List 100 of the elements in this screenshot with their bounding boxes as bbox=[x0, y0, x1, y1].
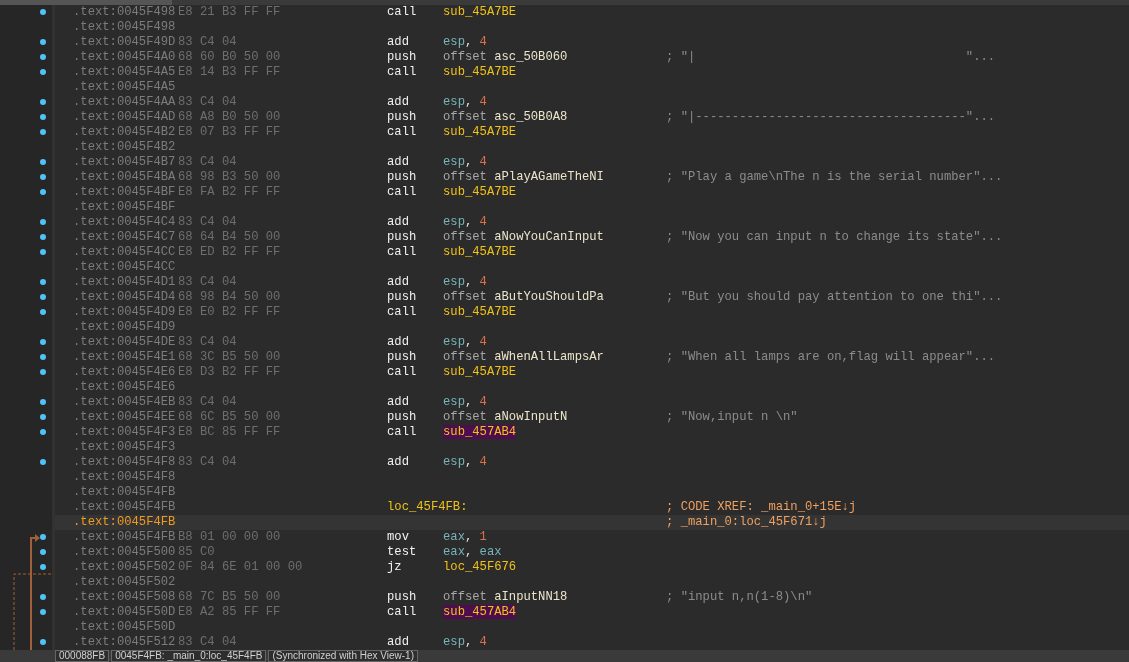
operand-text[interactable]: esp, 4 bbox=[443, 155, 666, 170]
operand-text[interactable]: offset aInputNN18 bbox=[443, 590, 666, 605]
operand-text[interactable]: offset asc_50B0A8 bbox=[443, 110, 666, 125]
opcode-bytes: E8 21 B3 FF FF bbox=[178, 5, 282, 20]
mnemonic-text: push bbox=[387, 590, 418, 605]
listing-line[interactable]: .text:0045F4BF E8 FA B2 FF FF call sub_45A7BE bbox=[55, 185, 1129, 200]
opcode-bytes: 83 C4 04 bbox=[178, 275, 238, 290]
operand-text[interactable]: sub_45A7BE bbox=[443, 305, 666, 320]
operand-text[interactable]: esp, 4 bbox=[443, 215, 666, 230]
comment-text: ; "Play a game\nThe n is the serial number"... bbox=[666, 170, 1004, 185]
listing-line[interactable]: .text:0045F4FB B8 01 00 00 00 mov eax, 1 bbox=[55, 530, 1129, 545]
listing-line[interactable]: .text:0045F4DE 83 C4 04 add esp, 4 bbox=[55, 335, 1129, 350]
operand-text[interactable]: loc_45F676 bbox=[443, 560, 666, 575]
operand-text[interactable]: sub_45A7BE bbox=[443, 65, 666, 80]
operand-text[interactable]: esp, 4 bbox=[443, 335, 666, 350]
address-text: .text:0045F4E6 bbox=[73, 380, 177, 395]
opcode-bytes: 83 C4 04 bbox=[178, 155, 238, 170]
opcode-bytes: 83 C4 04 bbox=[178, 35, 238, 50]
operand-text[interactable]: esp, 4 bbox=[443, 395, 666, 410]
operand-text[interactable]: esp, 4 bbox=[443, 275, 666, 290]
listing-line[interactable]: .text:0045F4C4 83 C4 04 add esp, 4 bbox=[55, 215, 1129, 230]
operand-text[interactable]: offset aWhenAllLampsAr bbox=[443, 350, 666, 365]
operand-text[interactable]: sub_457AB4 bbox=[443, 425, 666, 440]
listing-line[interactable]: .text:0045F4BA 68 98 B3 50 00 push offset aPlayAGameTheNI ; "Play a game\nThe n is the serial number"... bbox=[55, 170, 1129, 185]
listing-line[interactable]: .text:0045F4D4 68 98 B4 50 00 push offset aButYouShouldPa ; "But you should pay attention to one thi"... bbox=[55, 290, 1129, 305]
listing-line[interactable]: .text:0045F4EB 83 C4 04 add esp, 4 bbox=[55, 395, 1129, 410]
operand-text[interactable]: eax, eax bbox=[443, 545, 666, 560]
listing-line[interactable]: .text:0045F4C7 68 64 B4 50 00 push offset aNowYouCanInput ; "Now you can input n to change its state"... bbox=[55, 230, 1129, 245]
operand-text[interactable]: sub_45A7BE bbox=[443, 125, 666, 140]
operand-text[interactable]: esp, 4 bbox=[443, 455, 666, 470]
operand-text[interactable]: esp, 4 bbox=[443, 635, 666, 650]
listing-line[interactable]: .text:0045F4FB loc_45F4FB: ; CODE XREF: _main_0+15E↓j bbox=[55, 500, 1129, 515]
listing-line[interactable]: .text:0045F4A0 68 60 B0 50 00 push offset asc_50B060 ; "| "... bbox=[55, 50, 1129, 65]
operand-text[interactable]: esp, 4 bbox=[443, 95, 666, 110]
opcode-bytes: 83 C4 04 bbox=[178, 335, 238, 350]
address-text: .text:0045F4B2 bbox=[73, 140, 177, 155]
operand-text[interactable]: esp, 4 bbox=[443, 35, 666, 50]
listing-line[interactable]: .text:0045F512 83 C4 04 add esp, 4 bbox=[55, 635, 1129, 650]
opcode-bytes: 85 C0 bbox=[178, 545, 216, 560]
opcode-bytes: B8 01 00 00 00 bbox=[178, 530, 282, 545]
address-text: .text:0045F498 bbox=[73, 5, 177, 20]
listing-line[interactable]: .text:0045F4B7 83 C4 04 add esp, 4 bbox=[55, 155, 1129, 170]
address-text: .text:0045F50D bbox=[73, 605, 177, 620]
operand-text[interactable]: sub_45A7BE bbox=[443, 185, 666, 200]
opcode-bytes: 83 C4 04 bbox=[178, 395, 238, 410]
listing-line[interactable]: .text:0045F4EE 68 6C B5 50 00 push offset aNowInputN ; "Now,input n \n" bbox=[55, 410, 1129, 425]
listing-line[interactable]: .text:0045F498 E8 21 B3 FF FF call sub_45A7BE bbox=[55, 5, 1129, 20]
listing-line[interactable]: .text:0045F4D9 E8 E0 B2 FF FF call sub_45A7BE bbox=[55, 305, 1129, 320]
listing-line[interactable]: .text:0045F4CC E8 ED B2 FF FF call sub_45A7BE bbox=[55, 245, 1129, 260]
operand-text[interactable]: sub_45A7BE bbox=[443, 5, 666, 20]
comment-text: ; "When all lamps are on,flag will appear"... bbox=[666, 350, 997, 365]
mnemonic-text: push bbox=[387, 410, 418, 425]
listing-line[interactable]: .text:0045F4F8 83 C4 04 add esp, 4 bbox=[55, 455, 1129, 470]
operand-text[interactable]: offset aButYouShouldPa bbox=[443, 290, 666, 305]
comment-text: ; _main_0:loc_45F671↓j bbox=[666, 515, 828, 530]
listing-line[interactable]: .text:0045F4B2 E8 07 B3 FF FF call sub_45A7BE bbox=[55, 125, 1129, 140]
listing-line[interactable]: .text:0045F4E1 68 3C B5 50 00 push offset aWhenAllLampsAr ; "When all lamps are on,flag will appear"... bbox=[55, 350, 1129, 365]
address-text: .text:0045F502 bbox=[73, 575, 177, 590]
operand-text[interactable]: sub_45A7BE bbox=[443, 365, 666, 380]
comment-text: ; "Now you can input n to change its state"... bbox=[666, 230, 1004, 245]
address-text: .text:0045F4CC bbox=[73, 260, 177, 275]
opcode-bytes: 0F 84 6E 01 00 00 bbox=[178, 560, 304, 575]
listing-line[interactable]: .text:0045F4AD 68 A8 B0 50 00 push offset asc_50B0A8 ; "|-------------------------------------"... bbox=[55, 110, 1129, 125]
address-text: .text:0045F4EB bbox=[73, 395, 177, 410]
status-field: (Synchronized with Hex View-1) bbox=[268, 650, 418, 662]
opcode-bytes: E8 A2 85 FF FF bbox=[178, 605, 282, 620]
mnemonic-text: push bbox=[387, 170, 418, 185]
listing-line[interactable]: .text:0045F500 85 C0 test eax, eax bbox=[55, 545, 1129, 560]
opcode-bytes: E8 E0 B2 FF FF bbox=[178, 305, 282, 320]
listing-line[interactable]: .text:0045F502 0F 84 6E 01 00 00 jz loc_45F676 bbox=[55, 560, 1129, 575]
opcode-bytes: 68 3C B5 50 00 bbox=[178, 350, 282, 365]
opcode-bytes: E8 07 B3 FF FF bbox=[178, 125, 282, 140]
operand-text[interactable]: sub_45A7BE bbox=[443, 245, 666, 260]
operand-text[interactable]: offset asc_50B060 bbox=[443, 50, 666, 65]
opcode-bytes: E8 14 B3 FF FF bbox=[178, 65, 282, 80]
listing-line[interactable]: .text:0045F4AA 83 C4 04 add esp, 4 bbox=[55, 95, 1129, 110]
listing-line[interactable]: .text:0045F50D E8 A2 85 FF FF call sub_457AB4 bbox=[55, 605, 1129, 620]
address-text: .text:0045F502 bbox=[73, 560, 177, 575]
address-text: .text:0045F4E1 bbox=[73, 350, 177, 365]
mnemonic-text: call bbox=[387, 5, 418, 20]
scrollbar-thumb[interactable] bbox=[0, 0, 172, 5]
opcode-bytes: 83 C4 04 bbox=[178, 635, 238, 650]
operand-text[interactable]: eax, 1 bbox=[443, 530, 666, 545]
operand-text[interactable]: offset aPlayAGameTheNI bbox=[443, 170, 666, 185]
address-text: .text:0045F4D1 bbox=[73, 275, 177, 290]
listing-line[interactable]: .text:0045F4D1 83 C4 04 add esp, 4 bbox=[55, 275, 1129, 290]
listing-line[interactable]: .text:0045F508 68 7C B5 50 00 push offset aInputNN18 ; "input n,n(1-8)\n" bbox=[55, 590, 1129, 605]
operand-text[interactable]: offset aNowInputN bbox=[443, 410, 666, 425]
address-text: .text:0045F4F3 bbox=[73, 440, 177, 455]
address-text: .text:0045F512 bbox=[73, 635, 177, 650]
listing-line[interactable]: .text:0045F4A5 E8 14 B3 FF FF call sub_45A7BE bbox=[55, 65, 1129, 80]
listing-line[interactable]: .text:0045F4F3 E8 BC 85 FF FF call sub_457AB4 bbox=[55, 425, 1129, 440]
mnemonic-text: push bbox=[387, 350, 418, 365]
operand-text[interactable]: offset aNowYouCanInput bbox=[443, 230, 666, 245]
listing-line[interactable]: .text:0045F49D 83 C4 04 add esp, 4 bbox=[55, 35, 1129, 50]
listing-line[interactable]: .text:0045F4E6 E8 D3 B2 FF FF call sub_45A7BE bbox=[55, 365, 1129, 380]
mnemonic-text: call bbox=[387, 425, 418, 440]
operand-text[interactable]: sub_457AB4 bbox=[443, 605, 666, 620]
label-text[interactable]: loc_45F4FB: bbox=[387, 500, 666, 515]
address-text: .text:0045F4FB bbox=[73, 500, 177, 515]
